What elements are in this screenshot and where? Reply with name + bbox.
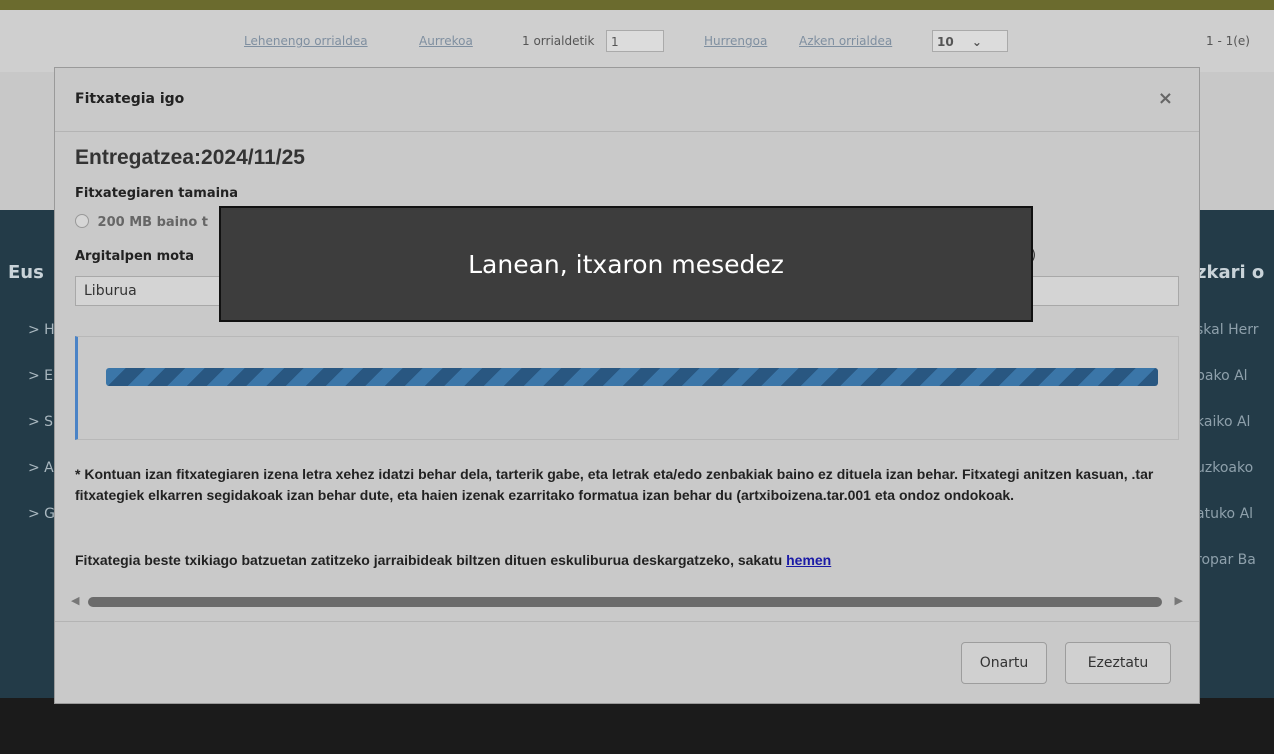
right-field-input[interactable] (1031, 276, 1179, 306)
scroll-left-icon[interactable]: ◀ (71, 594, 79, 607)
background-bottom-bar (0, 698, 1274, 754)
upload-modal: Fitxategia igo × Entregatzea:2024/11/25 … (54, 67, 1200, 704)
chevron-down-icon: ⌄ (971, 35, 982, 49)
footer-right-item[interactable]: uzkoako (1196, 460, 1253, 476)
pager-range-text: 1 - 1(e) (1206, 34, 1250, 48)
pager-first-link[interactable]: Lehenengo orrialdea (244, 34, 368, 48)
publication-type-label: Argitalpen mota (75, 249, 195, 264)
footer-right-item[interactable]: atuko Al (1196, 506, 1253, 522)
scrollbar-thumb[interactable] (88, 597, 1162, 607)
footer-left-item[interactable]: > A (28, 460, 54, 476)
footer-right-item[interactable]: skal Herr (1196, 322, 1258, 338)
file-size-radio-label: 200 MB baino t (97, 215, 209, 230)
pager-next-link[interactable]: Hurrengoa (704, 34, 767, 48)
footer-right-item[interactable]: ropar Ba (1196, 552, 1256, 568)
cancel-button[interactable]: Ezeztatu (1065, 642, 1171, 684)
footer-right-item[interactable]: bako Al (1196, 368, 1248, 384)
upload-progress-bar (106, 368, 1158, 386)
modal-title: Fitxategia igo (75, 91, 185, 107)
upload-progress-panel (75, 336, 1179, 440)
publication-type-select[interactable]: Liburua (75, 276, 221, 306)
file-size-label: Fitxategiaren tamaina (75, 186, 239, 201)
filename-notice: * Kontuan izan fitxategiaren izena letra… (75, 466, 1154, 503)
footer-left-item[interactable]: > E (28, 368, 53, 384)
radio-icon[interactable] (75, 214, 89, 228)
footer-right-title: zkari o (1196, 262, 1265, 283)
manual-download-text: Fitxategia beste txikiago batzuetan zati… (75, 552, 831, 568)
pager-prev-link[interactable]: Aurrekoa (419, 34, 473, 48)
close-icon[interactable]: × (1158, 88, 1173, 109)
background-top-strip (0, 0, 1274, 10)
footer-left-item[interactable]: > S (28, 414, 53, 430)
horizontal-scrollbar[interactable]: ◀ ▶ (71, 594, 1183, 610)
footer-right-item[interactable]: kaiko Al (1196, 414, 1250, 430)
loading-message: Lanean, itxaron mesedez (468, 249, 784, 279)
pager-size-value: 10 (937, 35, 954, 49)
footer-left-title: Eus (8, 262, 44, 283)
pager-page-input[interactable]: 1 (606, 30, 664, 52)
manual-download-link[interactable]: hemen (786, 552, 831, 568)
manual-text: Fitxategia beste txikiago batzuetan zati… (75, 552, 787, 568)
accept-button[interactable]: Onartu (961, 642, 1047, 684)
pager-last-link[interactable]: Azken orrialdea (799, 34, 892, 48)
pager-size-select[interactable]: 10 ⌄ (932, 30, 1008, 52)
footer-left-item[interactable]: > H (28, 322, 55, 338)
scroll-right-icon[interactable]: ▶ (1175, 594, 1183, 607)
delivery-heading: Entregatzea:2024/11/25 (75, 146, 305, 169)
modal-footer-divider (55, 621, 1199, 622)
modal-header: Fitxategia igo × (55, 68, 1199, 132)
file-size-radio[interactable]: 200 MB baino t (75, 214, 208, 230)
pager-page-of-label: 1 orrialdetik (522, 34, 595, 48)
upload-progress-fill (106, 368, 1158, 386)
footer-left-item[interactable]: > G (28, 506, 55, 522)
pager-bar: Lehenengo orrialdea Aurrekoa 1 orrialdet… (0, 10, 1274, 73)
loading-overlay: Lanean, itxaron mesedez (219, 206, 1033, 322)
